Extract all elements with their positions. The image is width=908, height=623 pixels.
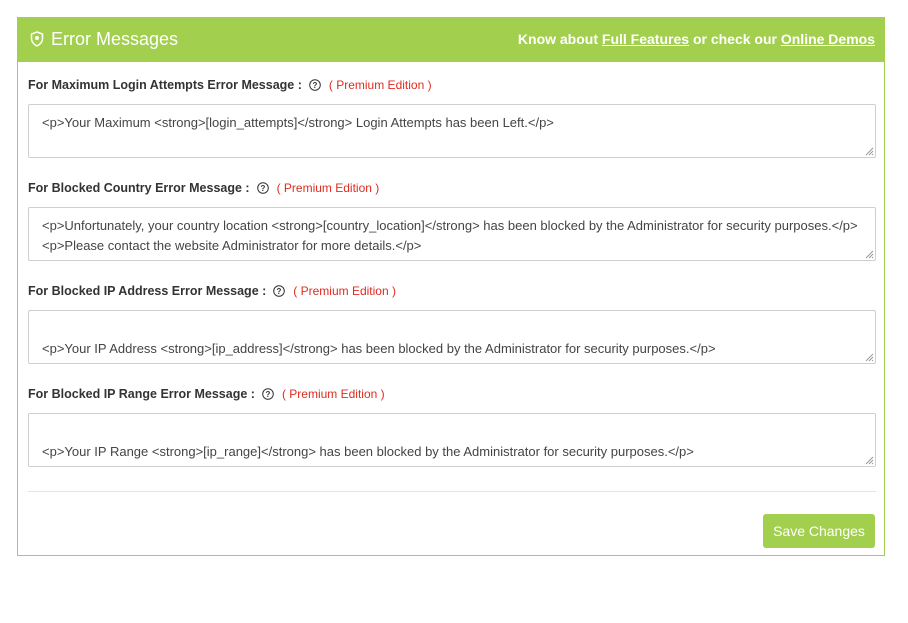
field-label-blocked-country: For Blocked Country Error Message : ? ( … (28, 181, 379, 195)
blocked-ip-message-textarea[interactable]: <p>Your IP Address <strong>[ip_address]<… (28, 310, 876, 364)
resize-handle-icon[interactable] (865, 250, 874, 259)
svg-text:?: ? (265, 390, 270, 399)
save-changes-button[interactable]: Save Changes (763, 514, 875, 548)
premium-badge: ( Premium Edition ) (281, 387, 385, 401)
error-messages-panel: Error Messages Know about Full Features … (17, 17, 885, 556)
resize-handle-icon[interactable] (865, 456, 874, 465)
svg-text:?: ? (277, 287, 282, 296)
field-label-text: For Blocked IP Address Error Message : (28, 284, 267, 298)
resize-handle-icon[interactable] (865, 147, 874, 156)
textarea-value: <p>Your IP Address <strong>[ip_address]<… (42, 341, 716, 363)
shield-icon (30, 31, 44, 47)
field-label-blocked-ip: For Blocked IP Address Error Message : ?… (28, 284, 396, 298)
divider (28, 491, 876, 492)
help-icon[interactable]: ? (309, 79, 321, 91)
login-attempts-message-textarea[interactable]: <p>Your Maximum <strong>[login_attempts]… (28, 104, 876, 158)
textarea-value: <p>Your IP Range <strong>[ip_range]</str… (42, 444, 694, 466)
premium-badge: ( Premium Edition ) (328, 78, 432, 92)
field-label-blocked-ip-range: For Blocked IP Range Error Message : ? (… (28, 387, 385, 401)
svg-text:?: ? (260, 184, 265, 193)
promo-middle: or check our (692, 31, 777, 47)
online-demos-link[interactable]: Online Demos (781, 31, 875, 47)
svg-text:?: ? (312, 81, 317, 90)
full-features-link[interactable]: Full Features (602, 31, 689, 47)
help-icon[interactable]: ? (273, 285, 286, 297)
help-icon[interactable]: ? (262, 388, 274, 400)
premium-badge: ( Premium Edition ) (293, 284, 396, 298)
textarea-value: <p>Your Maximum <strong>[login_attempts]… (42, 115, 554, 130)
panel-header: Error Messages Know about Full Features … (18, 18, 884, 62)
textarea-value: <p>Unfortunately, your country location … (42, 218, 858, 253)
promo-prefix: Know about (517, 31, 599, 47)
field-label-login-attempts: For Maximum Login Attempts Error Message… (28, 78, 432, 92)
blocked-country-message-textarea[interactable]: <p>Unfortunately, your country location … (28, 207, 876, 261)
premium-badge: ( Premium Edition ) (276, 181, 380, 195)
field-label-text: For Blocked IP Range Error Message : (28, 387, 255, 401)
field-label-text: For Maximum Login Attempts Error Message… (28, 78, 302, 92)
promo-text: Know about Full Features or check our On… (518, 31, 875, 47)
panel-title: Error Messages (51, 29, 179, 49)
field-label-text: For Blocked Country Error Message : (28, 181, 250, 195)
help-icon[interactable]: ? (256, 182, 269, 194)
blocked-ip-range-message-textarea[interactable]: <p>Your IP Range <strong>[ip_range]</str… (28, 413, 876, 467)
resize-handle-icon[interactable] (865, 353, 874, 362)
